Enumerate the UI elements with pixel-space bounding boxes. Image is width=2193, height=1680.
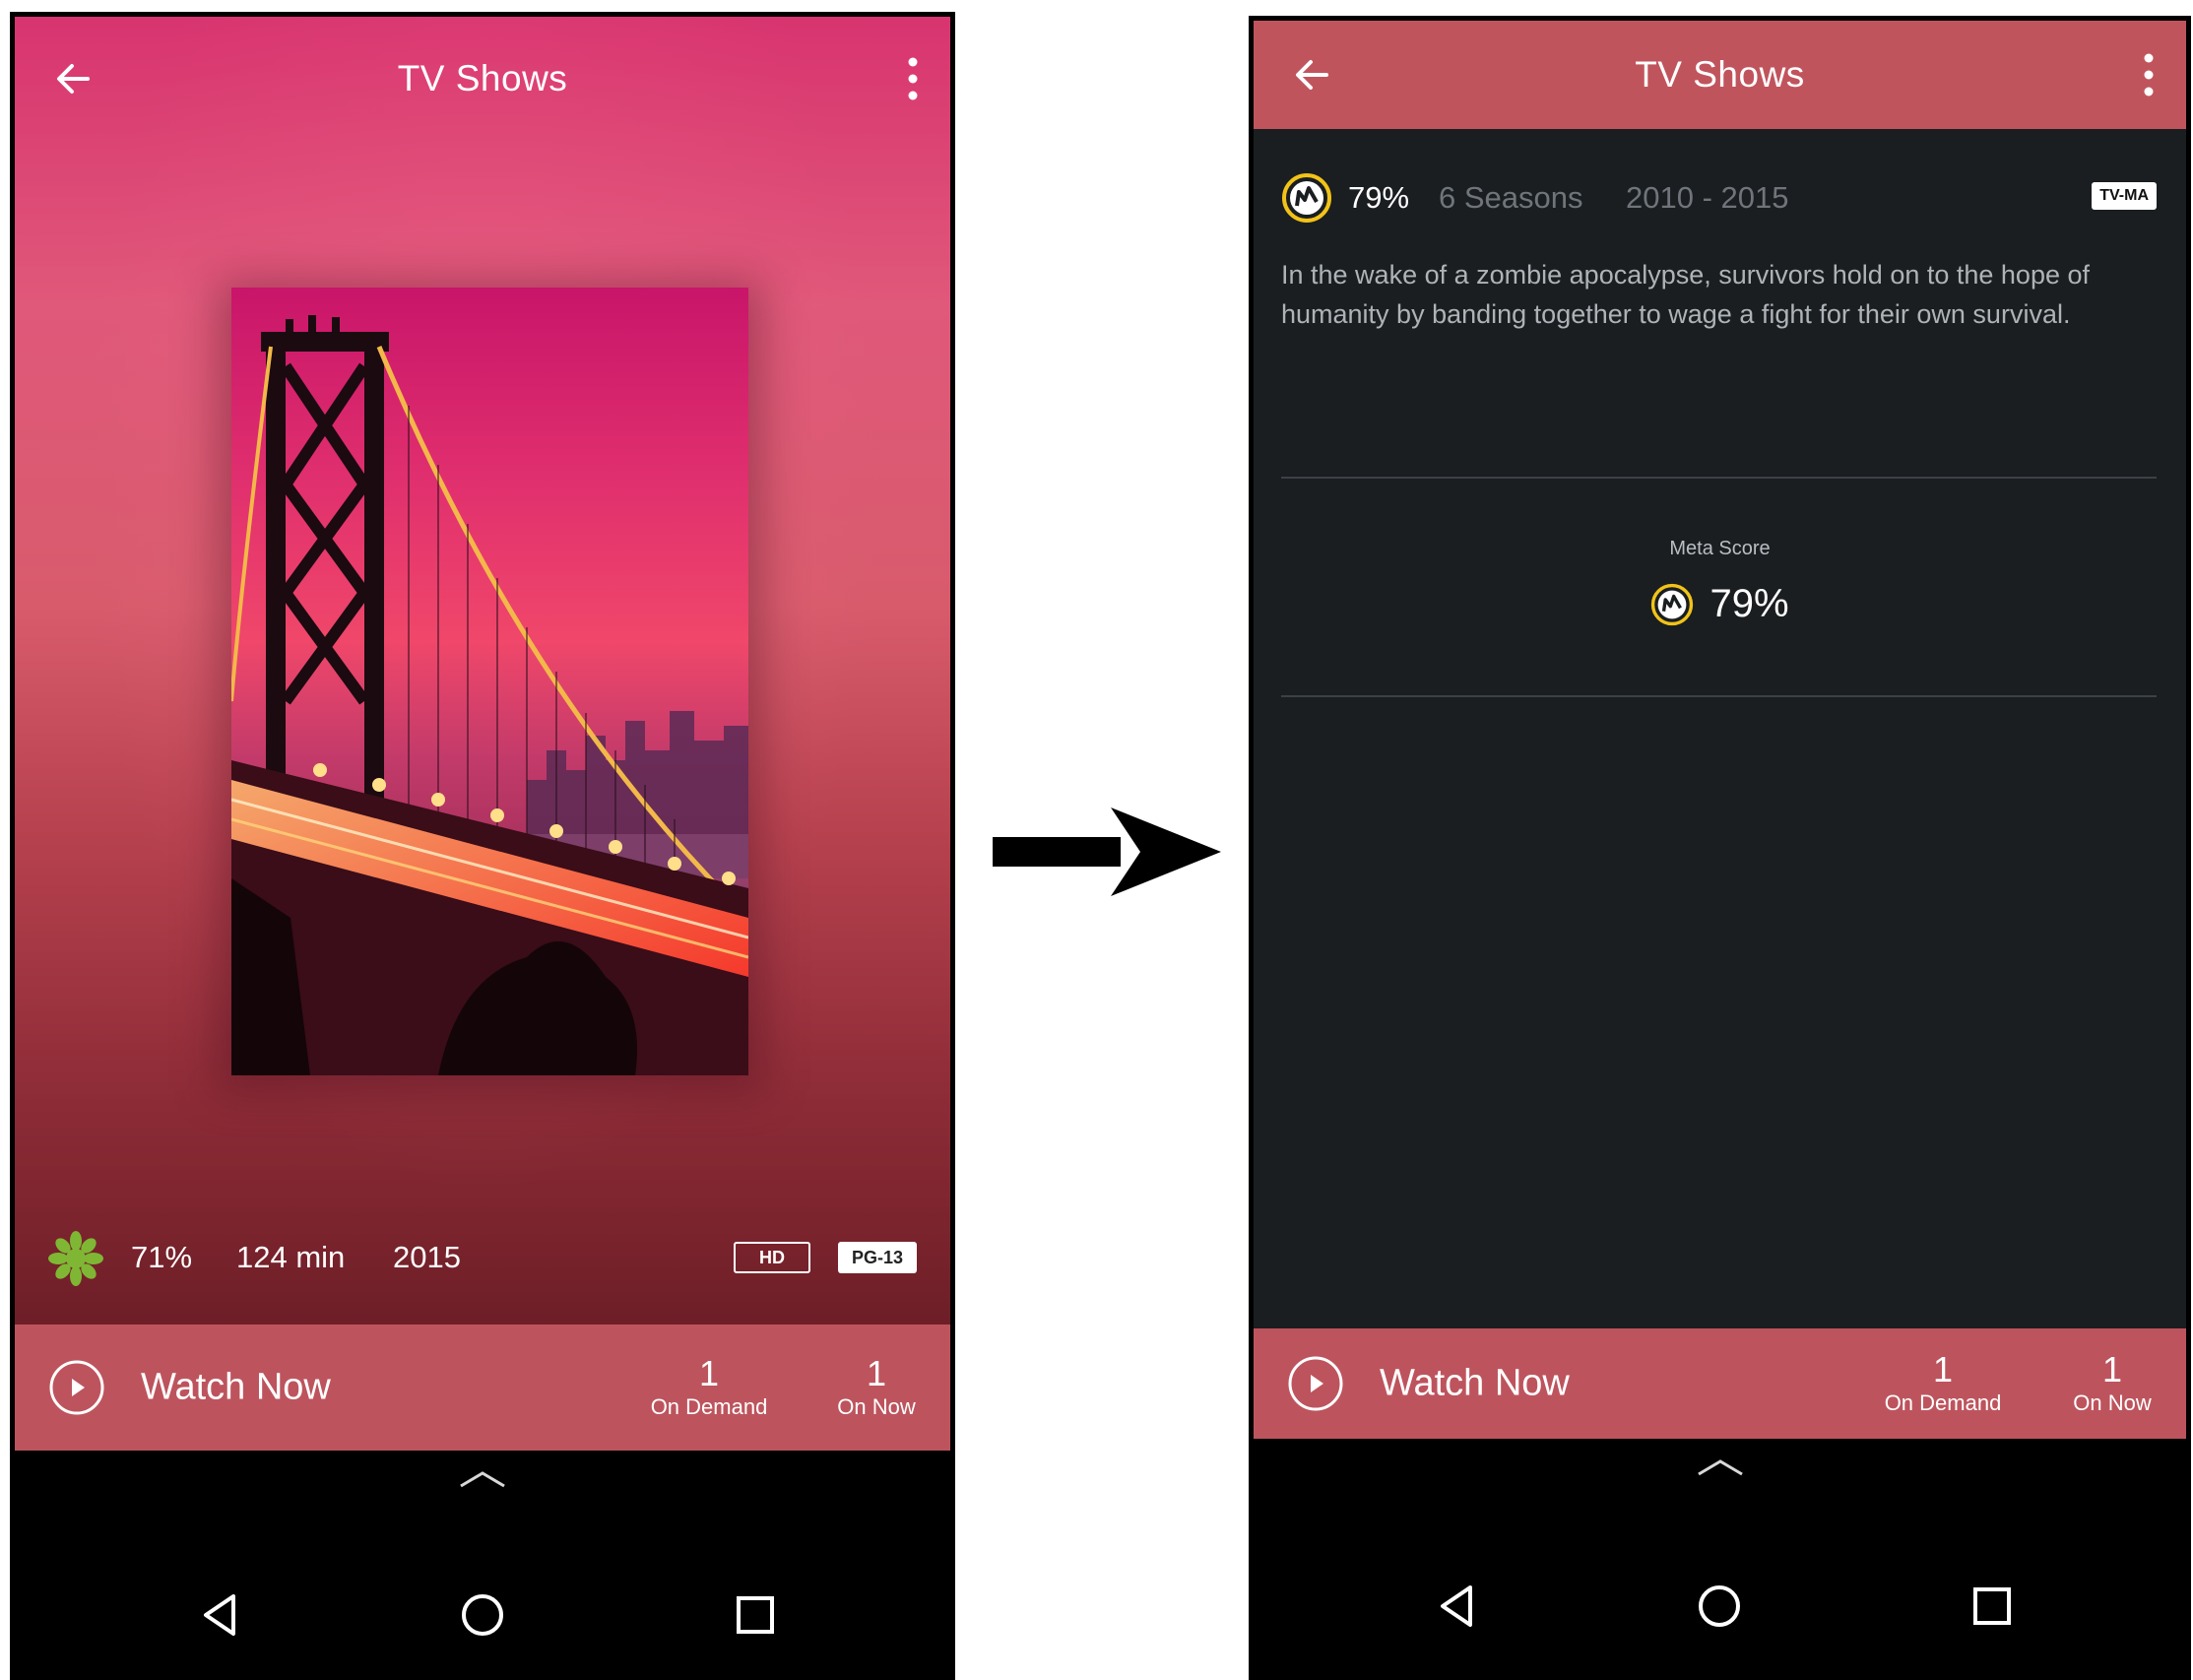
- on-now-counter[interactable]: 1 On Now: [822, 1354, 931, 1421]
- watch-now-button[interactable]: Watch Now: [141, 1367, 331, 1409]
- divider: [1281, 477, 2157, 479]
- play-circle-icon[interactable]: [1287, 1355, 1344, 1412]
- watch-now-button[interactable]: Watch Now: [1380, 1363, 1570, 1405]
- metascore-label: Meta Score: [1669, 538, 1771, 559]
- metascore-section: Meta Score 79%: [1254, 538, 2186, 631]
- metacritic-icon: [1651, 583, 1694, 625]
- show-detail-screen: TV Shows 79% 6 Seasons 2010 - 2015 TV-MA…: [1254, 21, 2186, 1328]
- chevron-up-icon[interactable]: [1695, 1456, 1746, 1478]
- hd-badge: HD: [734, 1242, 810, 1273]
- system-nav-bar: [1254, 1439, 2186, 1675]
- on-now-label: On Now: [2073, 1390, 2152, 1415]
- page-title: TV Shows: [1635, 54, 1805, 95]
- metascore-large-value: 79%: [1709, 582, 1789, 625]
- runtime: 124 min: [236, 1240, 346, 1274]
- nav-back-triangle-icon[interactable]: [196, 1590, 245, 1640]
- nav-home-circle-icon[interactable]: [458, 1590, 507, 1640]
- rotten-tomatoes-splat-icon: [48, 1231, 103, 1286]
- release-year: 2015: [393, 1240, 461, 1274]
- nav-back-triangle-icon[interactable]: [1433, 1582, 1482, 1631]
- on-demand-label: On Demand: [650, 1394, 768, 1419]
- poster-image[interactable]: [231, 288, 748, 1075]
- on-now-count: 1: [866, 1353, 887, 1393]
- left-phone-screen: TV Shows 71% 124 min 2015 HD PG-13 Watch…: [10, 12, 955, 1680]
- more-vert-icon[interactable]: [899, 53, 927, 104]
- season-count: 6 Seasons: [1439, 180, 1583, 215]
- movie-detail-screen: TV Shows 71% 124 min 2015 HD PG-13: [15, 17, 950, 1325]
- page-title: TV Shows: [397, 57, 568, 98]
- app-bar: TV Shows: [15, 17, 950, 140]
- on-now-count: 1: [2101, 1349, 2123, 1389]
- metascore-value: 79%: [1348, 180, 1410, 215]
- metacritic-icon: [1282, 173, 1331, 223]
- chevron-up-icon[interactable]: [457, 1468, 508, 1490]
- watch-now-bar: Watch Now 1 On Demand 1 On Now: [1254, 1328, 2186, 1439]
- content-rating-badge: PG-13: [838, 1242, 917, 1273]
- nav-home-circle-icon[interactable]: [1695, 1582, 1744, 1631]
- right-phone-screen: TV Shows 79% 6 Seasons 2010 - 2015 TV-MA…: [1249, 16, 2191, 1680]
- on-demand-count: 1: [1932, 1349, 1954, 1389]
- on-demand-count: 1: [698, 1353, 720, 1393]
- air-years: 2010 - 2015: [1626, 180, 1789, 215]
- on-now-label: On Now: [837, 1394, 916, 1419]
- nav-recents-square-icon[interactable]: [1967, 1582, 2017, 1631]
- more-vert-icon[interactable]: [2135, 49, 2162, 100]
- divider: [1281, 695, 2157, 697]
- on-demand-counter[interactable]: 1 On Demand: [625, 1354, 793, 1421]
- synopsis-text: In the wake of a zombie apocalypse, surv…: [1281, 260, 2090, 329]
- app-bar: TV Shows: [1254, 21, 2186, 129]
- watch-now-bar: Watch Now 1 On Demand 1 On Now: [15, 1325, 950, 1451]
- on-demand-counter[interactable]: 1 On Demand: [1859, 1350, 2027, 1417]
- system-nav-bar: [15, 1451, 950, 1675]
- arrow-right-icon: [993, 808, 1221, 896]
- play-circle-icon[interactable]: [48, 1359, 105, 1416]
- rating-score: 71%: [131, 1240, 193, 1274]
- on-demand-label: On Demand: [1884, 1390, 2002, 1415]
- on-now-counter[interactable]: 1 On Now: [2058, 1350, 2166, 1417]
- info-row: 71% 124 min 2015 HD PG-13: [15, 1223, 950, 1292]
- nav-recents-square-icon[interactable]: [731, 1590, 780, 1640]
- content-rating-badge: TV-MA: [2092, 182, 2157, 210]
- meta-row: 79% 6 Seasons 2010 - 2015 TV-MA: [1254, 168, 2186, 227]
